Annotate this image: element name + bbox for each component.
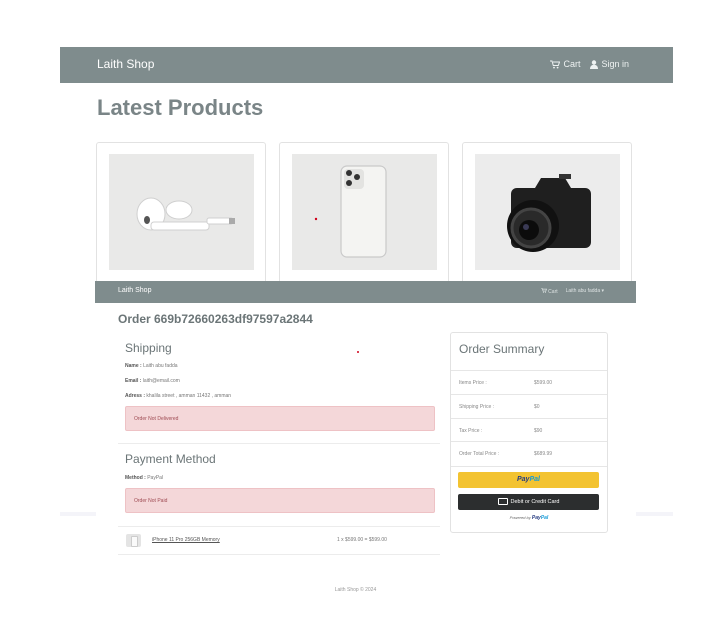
items-price-value: $599.00 bbox=[534, 380, 553, 386]
cart-link[interactable]: Cart bbox=[541, 288, 558, 295]
red-marker bbox=[357, 351, 359, 353]
payment-status-alert: Order Not Paid bbox=[125, 488, 435, 513]
item-link[interactable]: iPhone 11 Pro 256GB Memory bbox=[152, 537, 220, 543]
airpods-image[interactable] bbox=[109, 154, 254, 270]
summary-title: Order Summary bbox=[459, 342, 545, 356]
total-price-value: $689.99 bbox=[534, 451, 553, 457]
powered-by-label: Powered by bbox=[509, 515, 531, 520]
powered-pay: Pay bbox=[531, 515, 541, 521]
main-navbar: Laith Shop Cart Sign in bbox=[60, 47, 673, 83]
name-value: Laith abu fadda bbox=[143, 363, 178, 369]
summary-row: Items Price : $599.00 bbox=[451, 370, 607, 395]
items-price-label: Items Price : bbox=[459, 380, 487, 386]
summary-row: Tax Price : $90 bbox=[451, 418, 607, 443]
shipping-name: Name : Laith abu fadda bbox=[125, 363, 178, 369]
shipping-price-value: $0 bbox=[534, 404, 540, 410]
address-value: khalila street , amman 11432 , amman bbox=[146, 393, 232, 399]
product-card[interactable] bbox=[462, 142, 632, 284]
product-card[interactable] bbox=[279, 142, 449, 284]
iphone-image[interactable] bbox=[292, 154, 437, 270]
divider bbox=[118, 443, 440, 444]
background-strip bbox=[60, 512, 96, 516]
background-strip bbox=[636, 512, 673, 516]
debit-credit-card-button[interactable]: Debit or Credit Card bbox=[458, 494, 599, 510]
cart-link[interactable]: Cart bbox=[550, 59, 580, 69]
product-card[interactable] bbox=[96, 142, 266, 284]
payment-method: Method : PayPal bbox=[125, 475, 163, 481]
credit-card-icon bbox=[497, 498, 508, 506]
order-summary-card: Order Summary Items Price : $599.00 Ship… bbox=[450, 332, 608, 533]
order-title: Order 669b72660263df97597a2844 bbox=[118, 312, 313, 326]
item-thumbnail bbox=[126, 534, 141, 547]
address-label: Adress : bbox=[125, 393, 146, 399]
email-value[interactable]: laith@email.com bbox=[143, 378, 180, 384]
method-label: Method : bbox=[125, 475, 146, 481]
order-page-navbar: Laith Shop Cart Laith abu fadda ▾ bbox=[95, 281, 636, 303]
tax-price-label: Tax Price : bbox=[459, 428, 483, 434]
tax-price-value: $90 bbox=[534, 428, 543, 434]
brand-link[interactable]: Laith Shop bbox=[118, 287, 151, 294]
paypal-logo-pal: Pal bbox=[529, 476, 540, 483]
powered-by-paypal: Powered by PayPal bbox=[451, 515, 607, 521]
camera-image[interactable] bbox=[475, 154, 620, 270]
cart-icon bbox=[550, 60, 561, 68]
shipping-email: Email : laith@email.com bbox=[125, 378, 180, 384]
delivery-status-alert: Order Not Delivered bbox=[125, 406, 435, 431]
powered-pal: Pal bbox=[540, 515, 549, 521]
order-item-row: iPhone 11 Pro 256GB Memory 1 x $599.00 =… bbox=[118, 526, 440, 555]
card-button-label: Debit or Credit Card bbox=[510, 499, 560, 505]
shipping-heading: Shipping bbox=[125, 341, 172, 355]
name-label: Name : bbox=[125, 363, 142, 369]
page-title: Latest Products bbox=[97, 95, 264, 120]
cart-label: Cart bbox=[563, 59, 581, 69]
total-price-label: Order Total Price : bbox=[459, 451, 500, 457]
payment-status: Order Not Paid bbox=[134, 498, 168, 504]
email-label: Email : bbox=[125, 378, 142, 384]
summary-row: Order Total Price : $689.99 bbox=[451, 441, 607, 467]
shipping-price-label: Shipping Price : bbox=[459, 404, 495, 410]
brand-link[interactable]: Laith Shop bbox=[97, 57, 154, 71]
user-icon bbox=[590, 59, 599, 69]
payment-heading: Payment Method bbox=[125, 452, 216, 466]
summary-row: Shipping Price : $0 bbox=[451, 394, 607, 419]
user-menu[interactable]: Laith abu fadda ▾ bbox=[566, 288, 604, 295]
footer: Laith Shop © 2024 bbox=[334, 587, 377, 593]
item-price: 1 x $599.00 = $599.00 bbox=[337, 537, 387, 543]
method-value: PayPal bbox=[147, 475, 164, 481]
signin-label: Sign in bbox=[601, 59, 629, 69]
cart-icon bbox=[541, 288, 547, 293]
signin-link[interactable]: Sign in bbox=[590, 59, 629, 69]
cart-label: Cart bbox=[548, 289, 558, 295]
delivery-status: Order Not Delivered bbox=[134, 416, 179, 422]
paypal-button[interactable]: PayPal bbox=[458, 472, 599, 488]
shipping-address: Adress : khalila street , amman 11432 , … bbox=[125, 393, 231, 399]
paypal-logo-pay: Pay bbox=[517, 476, 530, 483]
